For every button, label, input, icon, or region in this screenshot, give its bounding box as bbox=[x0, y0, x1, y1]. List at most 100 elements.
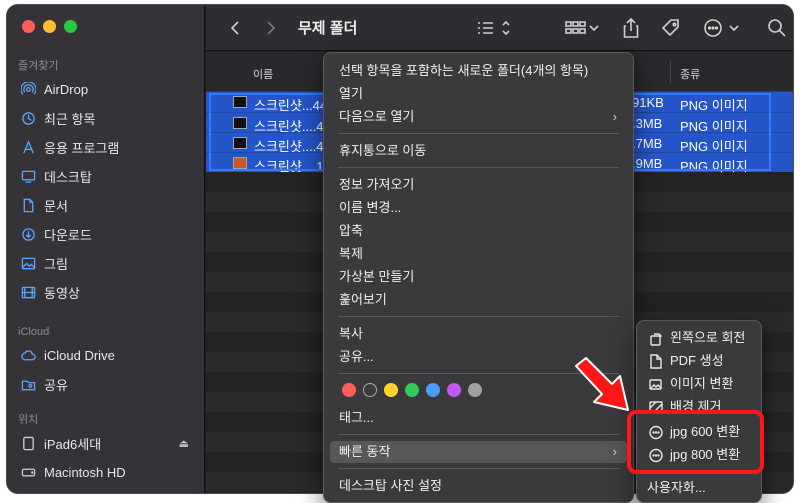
submenu-item-customize[interactable]: 사용자화... bbox=[641, 476, 757, 499]
menu-item-open-with[interactable]: 다음으로 열기 › bbox=[330, 106, 627, 128]
search-button[interactable] bbox=[766, 16, 788, 40]
document-icon bbox=[20, 198, 36, 214]
sidebar-item-icloud-drive[interactable]: iCloud Drive bbox=[7, 341, 205, 370]
sidebar-item-label: iPad6세대 bbox=[44, 437, 102, 452]
submenu-item-create-pdf[interactable]: PDF 생성 bbox=[641, 349, 757, 372]
close-button[interactable] bbox=[22, 20, 35, 33]
ipad-icon bbox=[20, 436, 36, 452]
sidebar-item-label: 문서 bbox=[44, 199, 68, 214]
shared-folder-icon bbox=[20, 377, 36, 393]
more-actions-icon bbox=[704, 19, 739, 37]
forward-button[interactable] bbox=[262, 16, 280, 40]
submenu-item-rotate-left[interactable]: 왼쪽으로 회전 bbox=[641, 326, 757, 349]
download-icon bbox=[20, 227, 36, 243]
chevron-right-icon: › bbox=[612, 109, 617, 124]
sidebar-item-documents[interactable]: 문서 bbox=[7, 191, 205, 220]
file-thumbnail bbox=[233, 157, 247, 169]
locations-header: 위치 bbox=[18, 414, 39, 426]
sidebar-item-label: AirDrop bbox=[44, 82, 89, 97]
back-button[interactable] bbox=[226, 16, 244, 40]
favorites-section: 즐겨찾기 AirDrop 최근 항목 응용 프로그램 데스크탑 문서 다운로드 … bbox=[7, 57, 205, 307]
tag-yellow[interactable] bbox=[384, 383, 398, 397]
menu-item-quick-actions[interactable]: 빠른 동작 › bbox=[330, 441, 627, 463]
icloud-header: iCloud bbox=[18, 326, 50, 338]
sidebar-item-applications[interactable]: 응용 프로그램 bbox=[7, 133, 205, 162]
sidebar-item-macintosh-hd[interactable]: Macintosh HD bbox=[7, 458, 205, 487]
icloud-section: iCloud iCloud Drive 공유 bbox=[7, 323, 205, 399]
file-thumbnail bbox=[233, 137, 247, 149]
menu-item-rename[interactable]: 이름 변경... bbox=[330, 197, 627, 219]
rotate-left-icon bbox=[649, 330, 663, 346]
menu-item-quick-look[interactable]: 훑어보기 bbox=[330, 289, 627, 311]
tag-red[interactable] bbox=[342, 383, 356, 397]
share-icon bbox=[623, 17, 639, 38]
favorites-header: 즐겨찾기 bbox=[18, 60, 59, 72]
menu-item-get-info[interactable]: 정보 가져오기 bbox=[330, 174, 627, 196]
chevron-right-icon: › bbox=[612, 444, 617, 459]
annotation-highlight-box bbox=[627, 410, 764, 474]
column-name[interactable]: 이름 bbox=[253, 66, 273, 82]
chevron-right-icon bbox=[267, 21, 276, 35]
tag-button[interactable] bbox=[660, 16, 682, 40]
minimize-button[interactable] bbox=[43, 20, 56, 33]
share-button[interactable] bbox=[620, 16, 642, 40]
submenu-item-label: PDF 생성 bbox=[670, 353, 724, 368]
column-divider[interactable] bbox=[670, 60, 671, 84]
submenu-item-label: 이미지 변환 bbox=[670, 376, 734, 391]
list-view-icon bbox=[478, 20, 510, 36]
menu-item-new-folder-with-selection[interactable]: 선택 항목을 포함하는 새로운 폴더(4개의 항목) bbox=[330, 60, 627, 82]
tag-green[interactable] bbox=[405, 383, 419, 397]
group-button[interactable] bbox=[562, 16, 602, 40]
sidebar-item-shared[interactable]: 공유 bbox=[7, 370, 205, 399]
sidebar-item-movies[interactable]: 동영상 bbox=[7, 278, 205, 307]
menu-item-compress[interactable]: 압축 bbox=[330, 220, 627, 242]
view-list-button[interactable] bbox=[474, 16, 514, 40]
menu-item-move-to-trash[interactable]: 휴지통으로 이동 bbox=[330, 140, 627, 162]
cloud-icon bbox=[20, 348, 36, 364]
menu-item-label: 빠른 동작 bbox=[339, 444, 391, 459]
menu-item-duplicate[interactable]: 복제 bbox=[330, 243, 627, 265]
sidebar-item-downloads[interactable]: 다운로드 bbox=[7, 220, 205, 249]
sidebar-item-label: 최근 항목 bbox=[44, 112, 96, 127]
sidebar-item-label: Macintosh HD bbox=[44, 465, 126, 480]
sidebar-item-recents[interactable]: 최근 항목 bbox=[7, 104, 205, 133]
menu-separator bbox=[338, 167, 619, 168]
column-kind[interactable]: 종류 bbox=[680, 66, 700, 82]
file-size: .7MB bbox=[632, 136, 663, 151]
sidebar-item-pictures[interactable]: 그림 bbox=[7, 249, 205, 278]
submenu-item-label: 왼쪽으로 회전 bbox=[670, 330, 746, 345]
search-icon bbox=[768, 19, 786, 37]
context-menu: 선택 항목을 포함하는 새로운 폴더(4개의 항목) 열기 다음으로 열기 › … bbox=[323, 52, 634, 503]
menu-separator bbox=[338, 468, 619, 469]
desktop-icon bbox=[20, 169, 36, 185]
menu-item-make-alias[interactable]: 가상본 만들기 bbox=[330, 266, 627, 288]
clock-icon bbox=[20, 111, 36, 127]
file-thumbnail bbox=[233, 117, 247, 129]
menu-item-set-desktop-picture[interactable]: 데스크탑 사진 설정 bbox=[330, 475, 627, 497]
sidebar-item-label: 그림 bbox=[44, 257, 68, 272]
menu-item-open[interactable]: 열기 bbox=[330, 83, 627, 105]
file-size: .9MB bbox=[632, 156, 663, 171]
locations-section: 위치 iPad6세대 ⏏ Macintosh HD bbox=[7, 411, 205, 487]
sidebar-item-label: 다운로드 bbox=[44, 228, 92, 243]
submenu-item-convert-image[interactable]: 이미지 변환 bbox=[641, 372, 757, 395]
sidebar-item-airdrop[interactable]: AirDrop bbox=[7, 75, 205, 104]
menu-item-copy[interactable]: 복사 bbox=[330, 323, 627, 345]
tag-icon bbox=[661, 19, 679, 37]
tag-gray[interactable] bbox=[468, 383, 482, 397]
window-controls bbox=[22, 20, 77, 33]
action-button[interactable] bbox=[702, 16, 742, 40]
convert-image-icon bbox=[649, 376, 663, 391]
pdf-document-icon bbox=[649, 353, 663, 369]
sidebar-item-ipad[interactable]: iPad6세대 ⏏ bbox=[7, 429, 205, 458]
menu-separator bbox=[338, 133, 619, 134]
sidebar-item-label: 공유 bbox=[44, 378, 68, 393]
tag-purple[interactable] bbox=[447, 383, 461, 397]
tag-blue[interactable] bbox=[426, 383, 440, 397]
tag-none[interactable] bbox=[363, 383, 377, 397]
sidebar-item-label: iCloud Drive bbox=[44, 348, 115, 363]
menu-separator bbox=[338, 316, 619, 317]
zoom-button[interactable] bbox=[64, 20, 77, 33]
eject-icon[interactable]: ⏏ bbox=[179, 437, 189, 450]
sidebar-item-desktop[interactable]: 데스크탑 bbox=[7, 162, 205, 191]
